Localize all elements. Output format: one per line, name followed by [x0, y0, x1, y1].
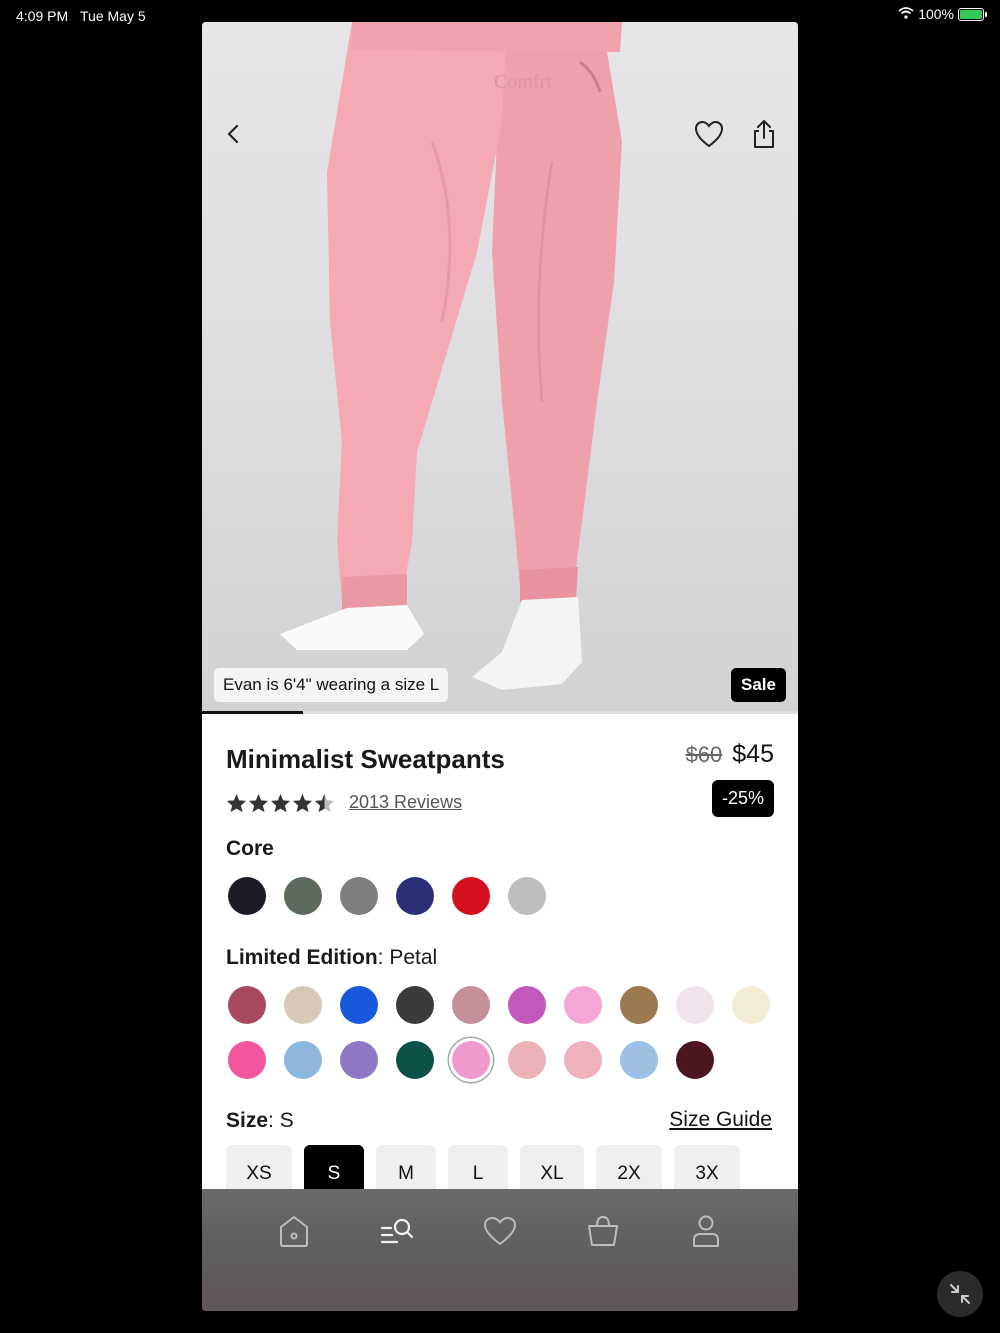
- star-icon: [226, 793, 247, 812]
- share-icon: [754, 120, 774, 148]
- core-color-swatch[interactable]: [452, 877, 490, 915]
- status-time: 4:09 PM: [16, 8, 69, 24]
- star-icon: [314, 793, 335, 812]
- size-guide-link[interactable]: Size Guide: [669, 1108, 772, 1132]
- brand-embroidery: Comfrt: [494, 71, 552, 93]
- limited-colors-label: Limited Edition: Petal: [226, 946, 438, 969]
- minimize-button[interactable]: [937, 1271, 983, 1317]
- battery-percent: 100%: [918, 6, 954, 22]
- original-price: $60: [685, 742, 723, 767]
- core-color-swatch[interactable]: [284, 877, 322, 915]
- limited-color-swatch[interactable]: [340, 986, 378, 1024]
- status-indicators: 100%: [898, 6, 987, 22]
- price-block: $60 $45: [686, 740, 774, 769]
- search-list-icon: [380, 1218, 413, 1244]
- tab-bag[interactable]: [583, 1211, 623, 1251]
- limited-color-swatch[interactable]: [620, 986, 658, 1024]
- bag-icon: [588, 1215, 619, 1246]
- home-icon: [279, 1216, 308, 1247]
- discount-badge: -25%: [711, 780, 774, 817]
- share-button[interactable]: [746, 116, 782, 152]
- limited-color-swatch[interactable]: [396, 1041, 434, 1079]
- bottom-tab-bar: [202, 1189, 798, 1311]
- battery-fill: [960, 9, 982, 19]
- model-caption: Evan is 6'4" wearing a size L: [214, 668, 449, 702]
- rating: 2013 Reviews: [226, 792, 462, 813]
- core-swatch-row: [228, 877, 546, 915]
- battery-icon: [958, 7, 987, 21]
- selected-size: S: [279, 1109, 294, 1132]
- limited-color-swatch[interactable]: [396, 986, 434, 1024]
- limited-color-swatch[interactable]: [228, 986, 266, 1024]
- tab-search[interactable]: [377, 1211, 417, 1251]
- gallery-progress: [202, 711, 798, 714]
- limited-color-swatch[interactable]: [284, 986, 322, 1024]
- reviews-link[interactable]: 2013 Reviews: [349, 792, 462, 813]
- heart-icon: [694, 120, 724, 148]
- product-image[interactable]: Comfrt Evan is 6'4" wearing a size L Sal…: [202, 22, 798, 714]
- limited-swatch-row: [228, 986, 770, 1024]
- limited-color-swatch[interactable]: [508, 1041, 546, 1079]
- heart-icon: [483, 1216, 516, 1246]
- selected-color-swatch[interactable]: [452, 1041, 490, 1079]
- minimize-arrows-icon: [950, 1284, 970, 1304]
- limited-swatch-row: [228, 1041, 714, 1079]
- limited-color-swatch[interactable]: [564, 1041, 602, 1079]
- app-frame: Comfrt Evan is 6'4" wearing a size L Sal…: [202, 22, 798, 1311]
- core-label-text: Core: [226, 837, 274, 860]
- limited-color-swatch[interactable]: [732, 986, 770, 1024]
- selected-color-name: Petal: [389, 946, 438, 969]
- limited-color-swatch[interactable]: [564, 986, 602, 1024]
- limited-color-swatch[interactable]: [340, 1041, 378, 1079]
- product-title: Minimalist Sweatpants: [226, 744, 505, 774]
- limited-color-swatch[interactable]: [284, 1041, 322, 1079]
- limited-label-text: Limited Edition: [226, 946, 378, 969]
- core-colors-label: Core: [226, 837, 274, 861]
- star-icon: [292, 793, 313, 812]
- status-date: Tue May 5: [80, 8, 146, 24]
- profile-icon: [693, 1215, 720, 1247]
- limited-color-swatch[interactable]: [676, 986, 714, 1024]
- core-color-swatch[interactable]: [508, 877, 546, 915]
- size-label-text: Size: [226, 1109, 269, 1132]
- gallery-progress-fill: [202, 711, 304, 714]
- back-button[interactable]: [216, 116, 252, 152]
- star-rating: [226, 793, 335, 813]
- tab-favorites[interactable]: [480, 1211, 520, 1251]
- limited-color-swatch[interactable]: [452, 986, 490, 1024]
- core-color-swatch[interactable]: [228, 877, 266, 915]
- limited-color-swatch[interactable]: [676, 1041, 714, 1079]
- tab-home[interactable]: [274, 1211, 314, 1251]
- core-color-swatch[interactable]: [396, 877, 434, 915]
- limited-color-swatch[interactable]: [228, 1041, 266, 1079]
- limited-color-swatch[interactable]: [508, 986, 546, 1024]
- tab-profile[interactable]: [686, 1211, 726, 1251]
- size-label: Size: S: [226, 1109, 294, 1132]
- wifi-icon: [898, 6, 914, 22]
- star-icon: [270, 793, 291, 812]
- core-color-swatch[interactable]: [340, 877, 378, 915]
- limited-color-swatch[interactable]: [620, 1041, 658, 1079]
- sale-price: $45: [732, 740, 774, 768]
- sale-badge: Sale: [731, 668, 786, 702]
- chevron-left-icon: [227, 124, 239, 144]
- star-icon: [248, 793, 269, 812]
- favorite-button[interactable]: [691, 116, 727, 152]
